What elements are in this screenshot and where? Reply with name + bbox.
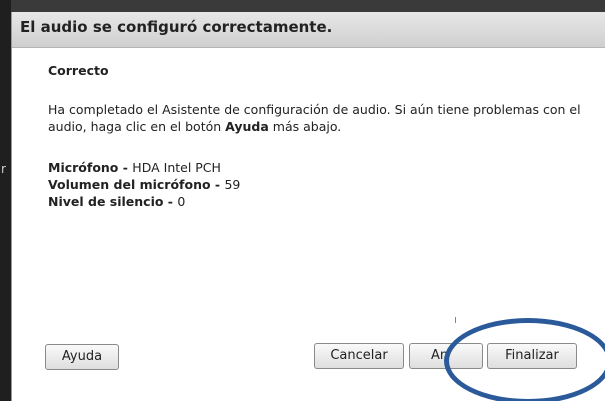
status-text: Correcto	[48, 63, 109, 78]
back-button[interactable]: An	[409, 343, 483, 369]
finish-button[interactable]: Finalizar	[487, 343, 577, 369]
dialog-content: Correcto Ha completado el Asistente de c…	[48, 62, 596, 210]
microphone-value: HDA Intel PCH	[132, 160, 221, 175]
audio-setup-dialog: El audio se configuró correctamente. Cor…	[11, 12, 605, 401]
cancel-button[interactable]: Cancelar	[314, 343, 404, 369]
mic-volume-value: 59	[224, 177, 241, 192]
text-cursor-mark	[455, 317, 456, 323]
silence-level-info: Nivel de silencio - 0	[48, 193, 596, 210]
screen: r El audio se configuró correctamente. C…	[0, 0, 605, 401]
silence-level-label: Nivel de silencio -	[48, 194, 178, 209]
background-window: r	[0, 0, 11, 401]
silence-level-value: 0	[177, 194, 186, 209]
completion-message: Ha completado el Asistente de configurac…	[48, 101, 596, 135]
mic-volume-label: Volumen del micrófono -	[48, 177, 225, 192]
message-help-word: Ayuda	[225, 119, 269, 134]
microphone-label: Micrófono -	[48, 160, 133, 175]
help-button[interactable]: Ayuda	[45, 344, 119, 370]
microphone-info: Micrófono - HDA Intel PCH	[48, 159, 596, 176]
dialog-title: El audio se configuró correctamente.	[20, 18, 333, 36]
background-text: r	[1, 162, 6, 176]
mic-volume-info: Volumen del micrófono - 59	[48, 176, 596, 193]
dialog-titlebar[interactable]: El audio se configuró correctamente.	[12, 12, 605, 48]
message-text-2: más abajo.	[268, 119, 342, 134]
